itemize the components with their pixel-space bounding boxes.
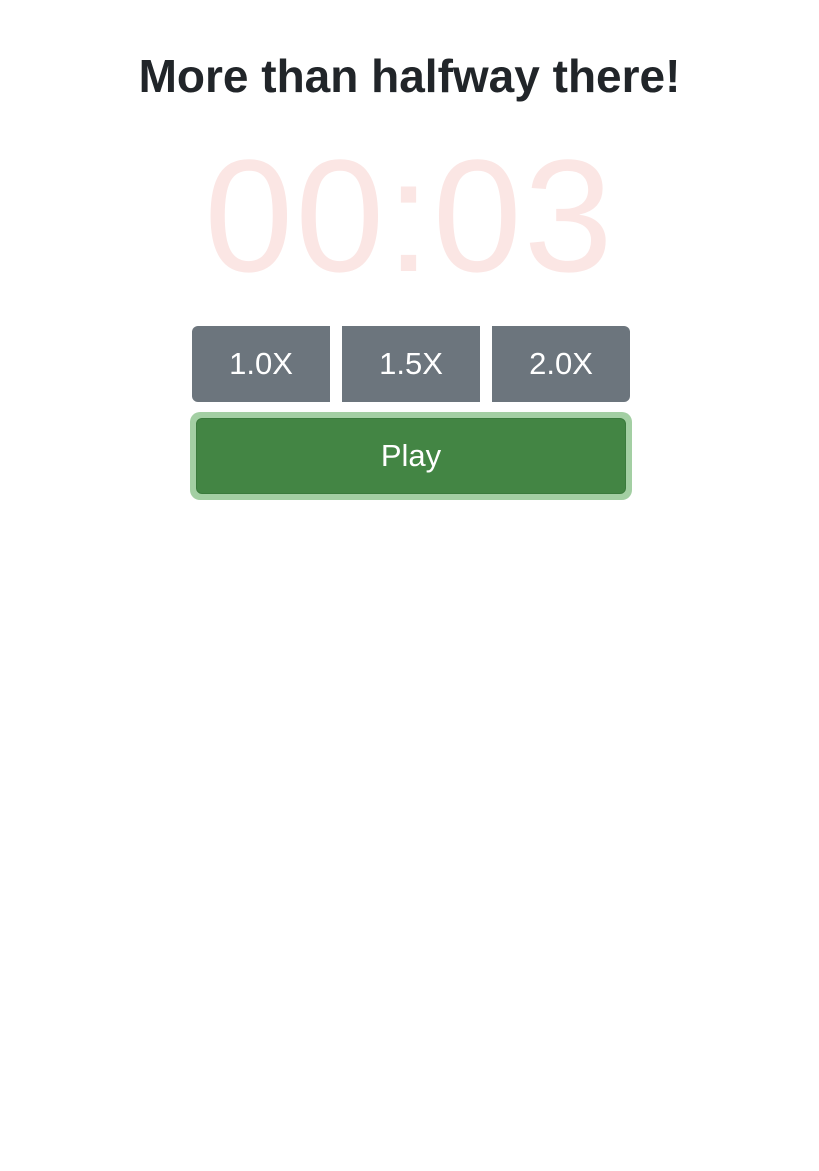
speed-1-5x-button[interactable]: 1.5X [342,326,480,402]
play-button[interactable]: Play [196,418,626,494]
speed-1x-button[interactable]: 1.0X [192,326,330,402]
speed-button-group: 1.0X 1.5X 2.0X [192,326,630,402]
countdown-timer: 00:03 [204,126,615,305]
play-button-focus-ring: Play [190,412,632,500]
page-heading: More than halfway there! [138,50,681,102]
speed-2x-button[interactable]: 2.0X [492,326,630,402]
